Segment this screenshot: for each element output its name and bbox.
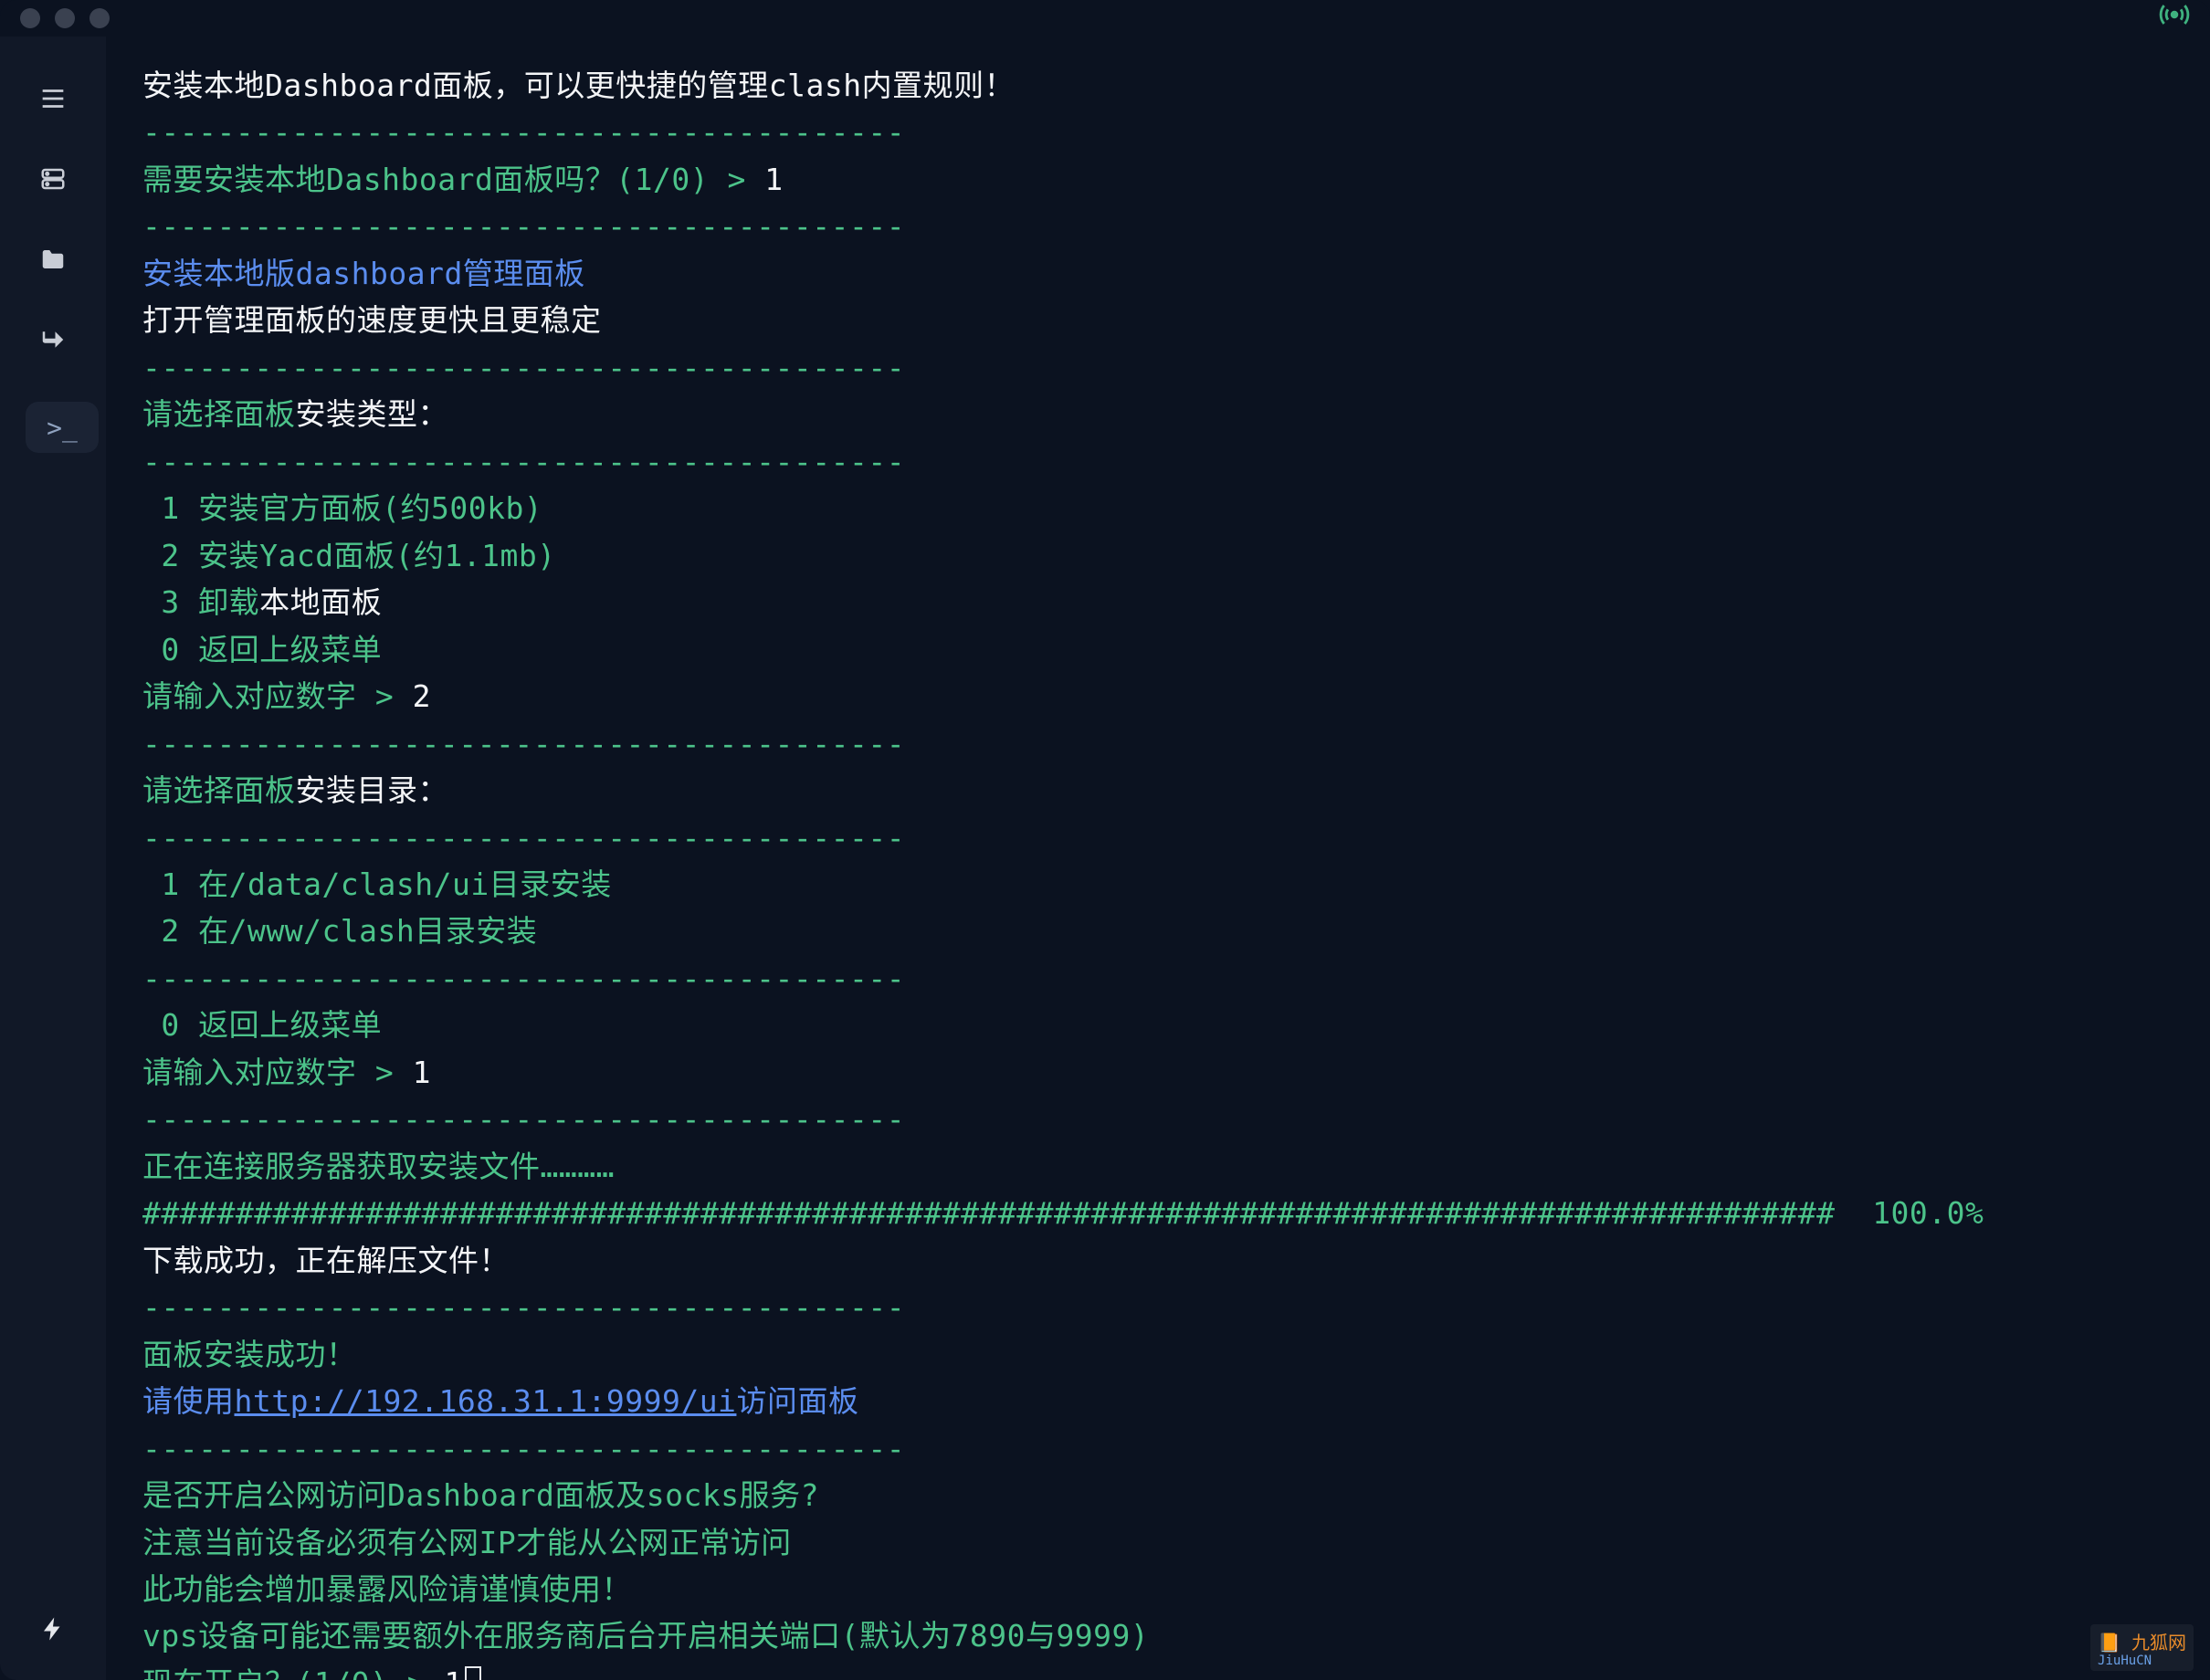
separator: ----------------------------------------… [142,350,905,385]
menu-option: 0 返回上级菜单 [142,1007,382,1043]
status-line: 面板安装成功！ [142,1337,357,1372]
menu-option: 1 安装官方面板(约500kb) [142,490,542,526]
separator: ----------------------------------------… [142,208,905,244]
user-input: 1 [444,1665,462,1680]
dashboard-url-link[interactable]: http://192.168.31.1:9999/ui [235,1383,737,1419]
text-line: 本地面板 [259,584,382,620]
close-icon[interactable] [20,8,40,28]
terminal-icon: >_ [26,402,99,453]
prompt: 现在开启？(1/0) > [142,1665,444,1680]
prompt-label: 请选择面板 [142,772,296,808]
text-line: 安装类型： [296,396,449,432]
server-icon[interactable] [35,161,71,197]
prompt: 请输入对应数字 > [142,1055,413,1090]
text-line: 打开管理面板的速度更快且更稳定 [142,302,602,338]
menu-option: 2 在/www/clash目录安装 [142,913,537,949]
prompt: 请输入对应数字 > [142,678,413,714]
separator: ----------------------------------------… [142,1101,905,1137]
sidebar: >_ [0,37,106,1680]
terminal-tab[interactable]: >_ [0,402,106,453]
menu-icon[interactable] [35,80,71,117]
status-line: 正在连接服务器获取安装文件………… [142,1149,615,1184]
separator: ----------------------------------------… [142,726,905,761]
maximize-icon[interactable] [89,8,110,28]
window-controls[interactable] [20,8,110,28]
user-input: 1 [413,1055,431,1090]
separator: ----------------------------------------… [142,961,905,996]
separator: ----------------------------------------… [142,114,905,150]
prompt: 需要安装本地Dashboard面板吗？(1/0) > [142,162,764,197]
text-line: 是否开启公网访问Dashboard面板及socks服务? [142,1477,819,1513]
watermark-text: 📙 九狐网 [2098,1632,2186,1654]
watermark: 📙 九狐网 JiuHuCN [2090,1624,2194,1671]
text-line: 请使用 [142,1383,235,1419]
minimize-icon[interactable] [55,8,75,28]
separator: ----------------------------------------… [142,820,905,856]
menu-option: 0 返回上级菜单 [142,632,382,667]
user-input: 2 [413,678,431,714]
cursor [465,1666,481,1680]
forward-icon[interactable] [35,321,71,358]
bolt-icon[interactable] [35,1611,71,1647]
text-line: 访问面板 [736,1383,858,1419]
separator: ----------------------------------------… [142,1289,905,1325]
text-line: 注意当前设备必须有公网IP才能从公网正常访问 [142,1525,792,1560]
status-line: 下载成功，正在解压文件！ [142,1243,510,1278]
menu-option: 2 安装Yacd面板(约1.1mb) [142,538,556,573]
prompt-label: 请选择面板 [142,396,296,432]
titlebar [0,0,2210,37]
terminal-output[interactable]: 安装本地Dashboard面板，可以更快捷的管理clash内置规则！ -----… [106,37,2210,1680]
text-line: 安装目录： [296,772,449,808]
text-line: vps设备可能还需要额外在服务商后台开启相关端口(默认为7890与9999) [142,1618,1149,1654]
text-line: 此功能会增加暴露风险请谨慎使用！ [142,1571,632,1607]
separator: ----------------------------------------… [142,1431,905,1466]
folder-icon[interactable] [35,241,71,278]
progress-bar: ########################################… [142,1195,1984,1231]
menu-option: 1 在/data/clash/ui目录安装 [142,866,612,902]
text-line: 安装本地Dashboard面板，可以更快捷的管理clash内置规则！ [142,68,1015,103]
watermark-sub: JiuHuCN [2098,1654,2186,1667]
broadcast-icon[interactable] [2159,0,2190,37]
separator: ----------------------------------------… [142,444,905,479]
heading: 安装本地版dashboard管理面板 [142,256,585,291]
user-input: 1 [764,162,783,197]
menu-option: 3 卸载 [142,584,259,620]
